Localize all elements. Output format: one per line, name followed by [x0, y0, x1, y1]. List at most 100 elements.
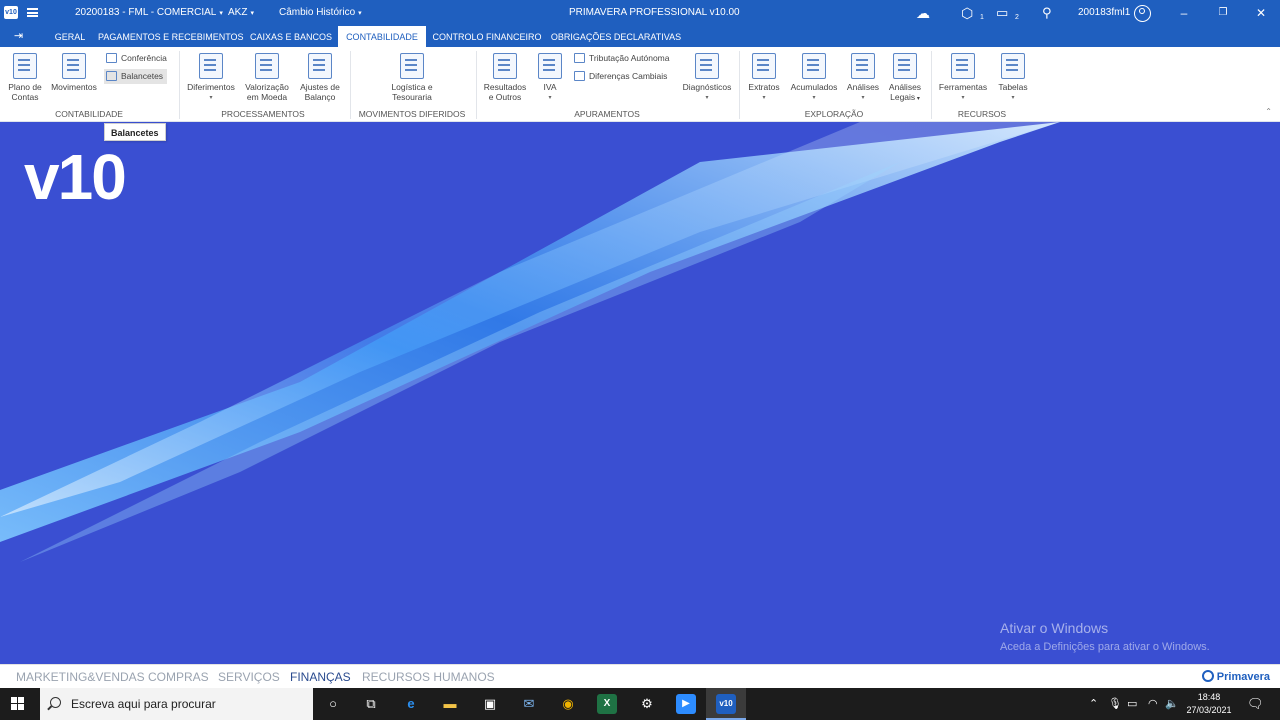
store-icon[interactable]: ▣ [480, 694, 500, 714]
ajustes-button[interactable]: Ajustes de Balanço [296, 53, 344, 102]
plano-de-contas-button[interactable]: Plano de Contas [4, 53, 46, 102]
home-icon[interactable]: ⇥ [14, 30, 28, 42]
close-icon[interactable]: ✕ [1243, 0, 1279, 26]
diferencas-cambiais-button[interactable]: Diferenças Cambiais [574, 69, 667, 84]
app-logo[interactable]: v10 [4, 6, 18, 19]
chevron-down-icon: ▾ [762, 95, 766, 101]
vat-icon [538, 53, 562, 79]
chevron-down-icon: ▾ [219, 10, 223, 17]
module-compras[interactable]: COMPRAS [148, 665, 209, 689]
balancetes-button[interactable]: Balancetes [104, 69, 168, 84]
logistica-tesouraria-button[interactable]: Logística e Tesouraria [386, 53, 438, 102]
wifi-icon[interactable]: ◠ [1148, 688, 1158, 720]
tab-controlo-financeiro[interactable]: CONTROLO FINANCEIRO [430, 26, 544, 47]
button-label: Análises [846, 82, 880, 92]
valorizacao-button[interactable]: Valorização em Moeda [243, 53, 291, 102]
network-icon[interactable]: ⬡ [961, 0, 973, 26]
group-label-exploracao: EXPLORAÇÃO [804, 109, 864, 119]
tab-contabilidade[interactable]: CONTABILIDADE [338, 26, 426, 47]
tributacao-autonoma-button[interactable]: Tributação Autónoma [574, 51, 669, 66]
title-bar: v10 20200183 - FML - COMERCIAL ▾ AKZ ▾ Câm… [0, 0, 1280, 26]
taskbar-search[interactable]: Escreva aqui para procurar [40, 688, 313, 720]
file-explorer-icon[interactable]: ▬ [440, 694, 460, 714]
check-document-icon [106, 53, 117, 63]
primavera-logo-icon [1201, 670, 1214, 682]
chevron-down-icon: ▾ [861, 95, 865, 101]
button-label: Logística e [391, 82, 433, 92]
messages-icon[interactable]: ▭ [996, 0, 1008, 26]
task-view-icon[interactable]: ⧉ [361, 694, 381, 714]
brand-label: Primavera [1216, 671, 1270, 683]
chrome-icon[interactable]: ◉ [558, 694, 578, 714]
mail-icon[interactable]: ✉ [519, 694, 539, 714]
hamburger-menu-icon[interactable] [27, 8, 38, 17]
excel-icon[interactable]: X [597, 694, 617, 714]
diagnostics-icon [695, 53, 719, 79]
group-label-processamentos: PROCESSAMENTOS [221, 109, 305, 119]
primavera-taskbar-icon[interactable]: v10 [716, 694, 736, 714]
button-label: Ajustes de [300, 82, 340, 92]
exchange-label: Câmbio Histórico [279, 7, 356, 18]
restore-icon[interactable]: ❐ [1205, 0, 1241, 26]
microphone-icon[interactable]: 🎙 [1108, 688, 1122, 720]
show-hidden-icons-icon[interactable]: ⌃ [1089, 688, 1098, 720]
user-avatar-icon[interactable] [1134, 5, 1151, 22]
ferramentas-button[interactable]: Ferramentas ▾ [936, 53, 990, 103]
movements-icon [62, 53, 86, 79]
company-label: 20200183 - FML - COMERCIAL [75, 7, 217, 18]
settings-gear-icon[interactable]: ⚙ [637, 694, 657, 714]
collapse-ribbon-icon[interactable]: ⌃ [1265, 107, 1272, 116]
search-icon[interactable]: ⚲ [1042, 0, 1052, 26]
background-swoosh [0, 122, 1060, 562]
diagnosticos-button[interactable]: Diagnósticos ▾ [680, 53, 734, 103]
cloud-icon[interactable]: ☁ [916, 0, 930, 26]
chevron-down-icon: ▾ [250, 10, 254, 17]
module-marketing-vendas[interactable]: MARKETING&VENDAS [16, 665, 145, 689]
resultados-button[interactable]: Resultados e Outros [481, 53, 529, 102]
minimize-icon[interactable]: – [1166, 0, 1202, 26]
chevron-down-icon: ▾ [209, 95, 213, 101]
tab-geral[interactable]: GERAL [50, 26, 90, 47]
currency-selector[interactable]: AKZ ▾ [228, 0, 254, 26]
logistics-icon [400, 53, 424, 79]
conferencia-button[interactable]: Conferência [106, 51, 167, 66]
analises-legais-button[interactable]: Análises Legais ▾ [885, 53, 925, 104]
edge-icon[interactable]: e [401, 694, 421, 714]
user-name[interactable]: 200183fml1 [1078, 0, 1130, 26]
button-label: Ferramentas [938, 82, 988, 92]
iva-button[interactable]: IVA ▾ [536, 53, 564, 103]
extratos-button[interactable]: Extratos ▾ [744, 53, 784, 103]
notifications-icon[interactable]: 🗨 [1247, 688, 1264, 720]
group-separator [739, 51, 740, 119]
company-selector[interactable]: 20200183 - FML - COMERCIAL ▾ [75, 0, 223, 26]
analises-button[interactable]: Análises ▾ [844, 53, 882, 103]
app-title: PRIMAVERA PROFESSIONAL v10.00 [569, 7, 740, 18]
acumulados-button[interactable]: Acumulados ▾ [789, 53, 839, 103]
movimentos-button[interactable]: Movimentos [50, 53, 98, 92]
module-financas[interactable]: FINANÇAS [290, 665, 351, 689]
tab-pagamentos[interactable]: PAGAMENTOS E RECEBIMENTOS [98, 26, 244, 47]
clock-time: 18:48 [1197, 692, 1221, 702]
button-label: Conferência [121, 53, 167, 63]
diferimentos-button[interactable]: Diferimentos ▾ [185, 53, 237, 103]
activate-windows-subtitle: Aceda a Definições para ativar o Windows… [1000, 641, 1210, 653]
battery-icon[interactable]: ▭ [1127, 688, 1137, 720]
tab-caixas[interactable]: CAIXAS E BANCOS [248, 26, 334, 47]
module-servicos[interactable]: SERVIÇOS [218, 665, 280, 689]
tab-obrigacoes[interactable]: OBRIGAÇÕES DECLARATIVAS [550, 26, 682, 47]
primavera-brand: Primavera [1201, 670, 1270, 683]
button-label: Movimentos [51, 82, 97, 92]
button-label: Balancetes [121, 71, 164, 81]
group-label-apuramentos: APURAMENTOS [574, 109, 640, 119]
module-recursos-humanos[interactable]: RECURSOS HUMANOS [362, 665, 495, 689]
windows-start-icon[interactable] [11, 697, 25, 711]
legal-analysis-icon [893, 53, 917, 79]
taskbar-clock[interactable]: 18:48 27/03/2021 [1180, 691, 1238, 717]
exchange-selector[interactable]: Câmbio Histórico ▾ [279, 0, 362, 26]
cortana-icon[interactable]: ○ [323, 694, 343, 714]
button-label: Resultados [483, 82, 527, 92]
tabelas-button[interactable]: Tabelas ▾ [994, 53, 1032, 103]
volume-icon[interactable]: 🔈 [1165, 688, 1179, 720]
zoom-icon[interactable]: ▶ [676, 694, 696, 714]
chevron-down-icon: ▾ [705, 95, 709, 101]
